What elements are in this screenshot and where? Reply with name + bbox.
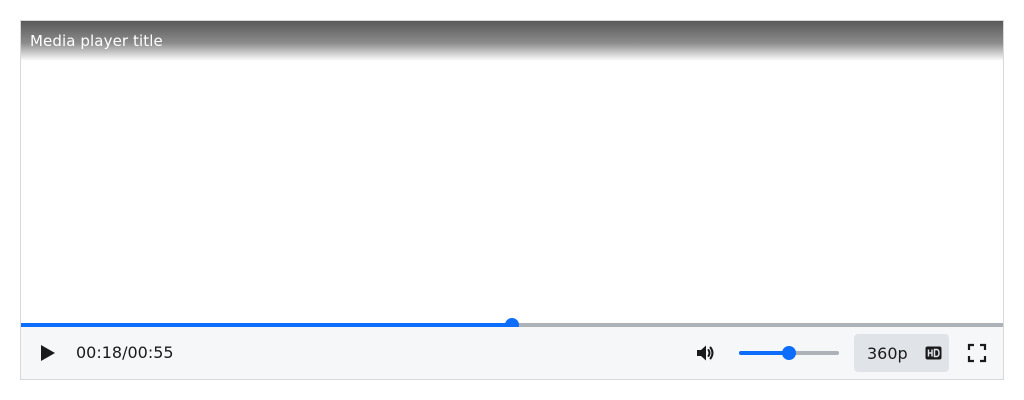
volume-button[interactable] xyxy=(693,341,717,365)
duration: 00:55 xyxy=(127,343,174,362)
media-title: Media player title xyxy=(30,32,163,50)
fullscreen-icon xyxy=(967,343,987,363)
video-area[interactable] xyxy=(21,61,1003,323)
current-time: 00:18 xyxy=(76,343,123,362)
play-icon xyxy=(41,345,55,361)
quality-label: 360p xyxy=(867,344,908,363)
hd-icon xyxy=(925,346,942,360)
control-bar: 00:18/00:55 360p xyxy=(21,327,1003,379)
quality-button[interactable]: 360p xyxy=(854,334,949,372)
volume-icon xyxy=(697,345,714,361)
volume-thumb[interactable] xyxy=(782,346,796,360)
title-bar: Media player title xyxy=(21,21,1003,61)
media-player: Media player title 00:18/00:55 360p xyxy=(20,20,1004,380)
fullscreen-button[interactable] xyxy=(965,341,989,365)
time-display: 00:18/00:55 xyxy=(76,343,174,362)
volume-slider[interactable] xyxy=(739,346,839,360)
play-button[interactable] xyxy=(35,341,59,365)
